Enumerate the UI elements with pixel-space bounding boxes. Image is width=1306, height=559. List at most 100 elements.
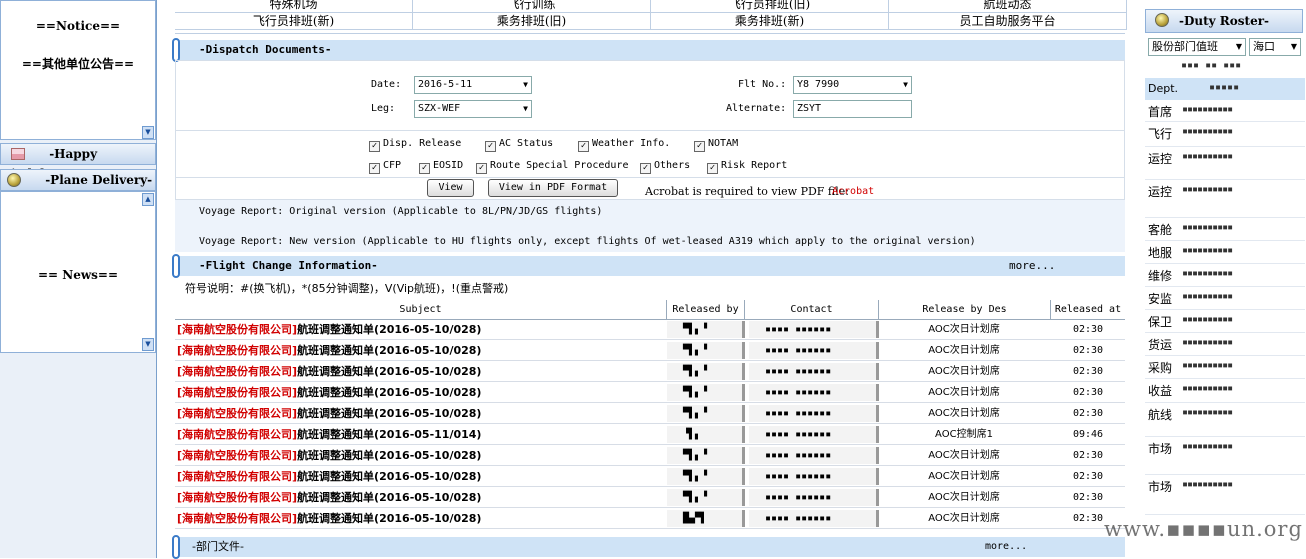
roster-row: 保卫 ▪▪▪▪▪▪▪▪▪▪: [1145, 310, 1305, 333]
voyage-report-new-link[interactable]: Voyage Report: New version (Applicable t…: [199, 236, 976, 247]
row-subject[interactable]: [海南航空股份有限公司]航班调整通知单(2016-05-10/028): [177, 466, 481, 487]
city-select[interactable]: 海口 ▼: [1249, 38, 1301, 56]
col-header-contact[interactable]: Contact: [745, 300, 879, 319]
col-header-subject[interactable]: Subject: [175, 300, 667, 319]
row-release-des: AOC次日计划席: [928, 324, 1000, 335]
roster-row: 航线 ▪▪▪▪▪▪▪▪▪▪: [1145, 403, 1305, 437]
scroll-up-icon[interactable]: ▲: [142, 193, 154, 206]
view-pdf-button[interactable]: View in PDF Format: [488, 179, 618, 197]
nav-link-flight-training[interactable]: 飞行训练: [413, 0, 651, 13]
main-content: 特殊机场 飞行训练 飞行员排班(旧) 航班动态 飞行员排班(新) 乘务排班(旧)…: [172, 0, 1127, 559]
roster-dept: 维修: [1148, 269, 1173, 283]
table-row[interactable]: [海南航空股份有限公司]航班调整通知单(2016-05-10/028) ▀▌▖▝ ▪…: [175, 445, 1125, 466]
checkbox-notam[interactable]: ✓ NOTAM: [694, 137, 738, 152]
row-contact: ▪▪▪▪ ▪▪▪▪▪▪: [749, 363, 879, 380]
checkbox-eosid[interactable]: ✓ EOSID: [419, 159, 463, 174]
table-row[interactable]: [海南航空股份有限公司]航班调整通知单(2016-05-10/028) ▀▌▖▝ ▪…: [175, 403, 1125, 424]
row-subject[interactable]: [海南航空股份有限公司]航班调整通知单(2016-05-10/028): [177, 361, 481, 382]
nav-link-pilot-roster-old[interactable]: 飞行员排班(旧): [651, 0, 889, 13]
row-subject[interactable]: [海南航空股份有限公司]航班调整通知单(2016-05-10/028): [177, 445, 481, 466]
row-subject[interactable]: [海南航空股份有限公司]航班调整通知单(2016-05-10/028): [177, 319, 481, 340]
checkbox-others[interactable]: ✓ Others: [640, 159, 690, 174]
row-contact: ▪▪▪▪ ▪▪▪▪▪▪: [749, 468, 879, 485]
row-subject[interactable]: [海南航空股份有限公司]航班调整通知单(2016-05-10/028): [177, 340, 481, 361]
roster-row: 运控 ▪▪▪▪▪▪▪▪▪▪: [1145, 180, 1305, 218]
nav-link-flight-status[interactable]: 航班动态: [889, 0, 1127, 13]
checkbox-route-special-procedure[interactable]: ✓ Route Special Procedure: [476, 159, 628, 174]
row-company: [海南航空股份有限公司]: [177, 344, 298, 357]
dept-docs-more-link[interactable]: more...: [985, 537, 1027, 557]
row-company: [海南航空股份有限公司]: [177, 491, 298, 504]
row-release-des: AOC次日计划席: [928, 492, 1000, 503]
nav-link-pilot-roster-new[interactable]: 飞行员排班(新): [175, 13, 413, 30]
birthday-bar[interactable]: -Happy Birthday-: [0, 143, 156, 181]
table-row[interactable]: [海南航空股份有限公司]航班调整通知单(2016-05-10/028) ▀▌▖▝ ▪…: [175, 340, 1125, 361]
row-company: [海南航空股份有限公司]: [177, 407, 298, 420]
leg-select[interactable]: SZX-WEF ▼: [414, 100, 532, 118]
roster-row: 安监 ▪▪▪▪▪▪▪▪▪▪: [1145, 287, 1305, 310]
checkbox-label: Route Special Procedure: [490, 160, 629, 171]
roster-header: Dept. ▪▪▪▪▪: [1145, 78, 1305, 100]
acrobat-link[interactable]: Acrobat: [832, 186, 874, 197]
nav-link-special-airport[interactable]: 特殊机场: [175, 0, 413, 13]
table-row[interactable]: [海南航空股份有限公司]航班调整通知单(2016-05-10/028) ▀▌▖▝ ▪…: [175, 382, 1125, 403]
row-released-by: ▝▌▖: [667, 426, 745, 443]
date-select[interactable]: 2016-5-11 ▼: [414, 76, 532, 94]
checkbox-label: AC Status: [499, 138, 554, 149]
flt-no-value: Y8 7990: [797, 79, 840, 90]
row-released-by: ▀▌▖▝: [667, 405, 745, 422]
orb-icon: [7, 173, 21, 187]
city-select-value: 海口: [1253, 40, 1275, 53]
row-contact: ▪▪▪▪ ▪▪▪▪▪▪: [749, 426, 879, 443]
row-subject[interactable]: [海南航空股份有限公司]航班调整通知单(2016-05-10/028): [177, 487, 481, 508]
plane-delivery-bar[interactable]: -Plane Delivery-: [0, 169, 156, 191]
roster-dept: 市场: [1148, 442, 1173, 456]
col-header-released-by[interactable]: Released by: [667, 300, 745, 319]
scroll-down-icon[interactable]: ▼: [142, 338, 154, 351]
roster-row: 首席 ▪▪▪▪▪▪▪▪▪▪: [1145, 100, 1305, 122]
scroll-down-icon[interactable]: ▼: [142, 126, 154, 139]
checkbox-risk-report[interactable]: ✓ Risk Report: [707, 159, 787, 174]
nav-link-crew-roster-new[interactable]: 乘务排班(新): [651, 13, 889, 30]
table-row[interactable]: [海南航空股份有限公司]航班调整通知单(2016-05-11/014) ▝▌▖ ▪▪…: [175, 424, 1125, 445]
row-released-by: ▀▌▖▝: [667, 489, 745, 506]
flight-change-more-link[interactable]: more...: [1009, 256, 1055, 276]
flt-no-select[interactable]: Y8 7990 ▼: [793, 76, 912, 94]
checkbox-label: Disp. Release: [383, 138, 462, 149]
dispatch-section-header: -Dispatch Documents-: [172, 38, 1125, 62]
dept-select[interactable]: 股份部门值班 ▼: [1148, 38, 1246, 56]
row-company: [海南航空股份有限公司]: [177, 449, 298, 462]
col-header-release-by-des[interactable]: Release by Des: [879, 300, 1051, 319]
checkbox-disp-release[interactable]: ✓ Disp. Release: [369, 137, 461, 152]
view-button[interactable]: View: [427, 179, 474, 197]
roster-header-dept: Dept.: [1148, 82, 1179, 95]
nav-link-crew-roster-old[interactable]: 乘务排班(旧): [413, 13, 651, 30]
col-header-released-at[interactable]: Released at: [1051, 300, 1125, 319]
leg-label: Leg:: [371, 103, 396, 114]
row-released-by: █▄▀▌: [667, 510, 745, 527]
checkbox-cfp[interactable]: ✓ CFP: [369, 159, 401, 174]
table-row[interactable]: [海南航空股份有限公司]航班调整通知单(2016-05-10/028) ▀▌▖▝ ▪…: [175, 361, 1125, 382]
table-row[interactable]: [海南航空股份有限公司]航班调整通知单(2016-05-10/028) ▀▌▖▝ ▪…: [175, 466, 1125, 487]
section-tab-icon: [172, 535, 180, 559]
row-subject[interactable]: [海南航空股份有限公司]航班调整通知单(2016-05-10/028): [177, 508, 481, 529]
row-subject[interactable]: [海南航空股份有限公司]航班调整通知单(2016-05-11/014): [177, 424, 481, 445]
checkbox-ac-status[interactable]: ✓ AC Status: [485, 137, 553, 152]
table-row[interactable]: [海南航空股份有限公司]航班调整通知单(2016-05-10/028) █▄▀▌ ▪…: [175, 508, 1125, 529]
nav-link-employee-self-service[interactable]: 员工自助服务平台: [889, 13, 1127, 30]
row-subject[interactable]: [海南航空股份有限公司]航班调整通知单(2016-05-10/028): [177, 403, 481, 424]
chevron-down-icon: ▼: [1290, 42, 1297, 51]
roster-row: 客舱 ▪▪▪▪▪▪▪▪▪▪: [1145, 218, 1305, 241]
roster-dept: 航线: [1148, 408, 1173, 422]
table-row[interactable]: [海南航空股份有限公司]航班调整通知单(2016-05-10/028) ▀▌▖▝ ▪…: [175, 487, 1125, 508]
row-released-at: 02:30: [1072, 450, 1104, 461]
voyage-report-original-link[interactable]: Voyage Report: Original version (Applica…: [199, 206, 602, 217]
checkbox-weather-info[interactable]: ✓ Weather Info.: [578, 137, 670, 152]
table-row[interactable]: [海南航空股份有限公司]航班调整通知单(2016-05-10/028) ▀▌▖▝ ▪…: [175, 319, 1125, 340]
alternate-input[interactable]: ZSYT: [793, 100, 912, 118]
row-company: [海南航空股份有限公司]: [177, 386, 298, 399]
roster-dept: 地服: [1148, 246, 1173, 260]
roster-row: 维修 ▪▪▪▪▪▪▪▪▪▪: [1145, 264, 1305, 287]
row-subject[interactable]: [海南航空股份有限公司]航班调整通知单(2016-05-10/028): [177, 382, 481, 403]
row-released-by: ▀▌▖▝: [667, 384, 745, 401]
